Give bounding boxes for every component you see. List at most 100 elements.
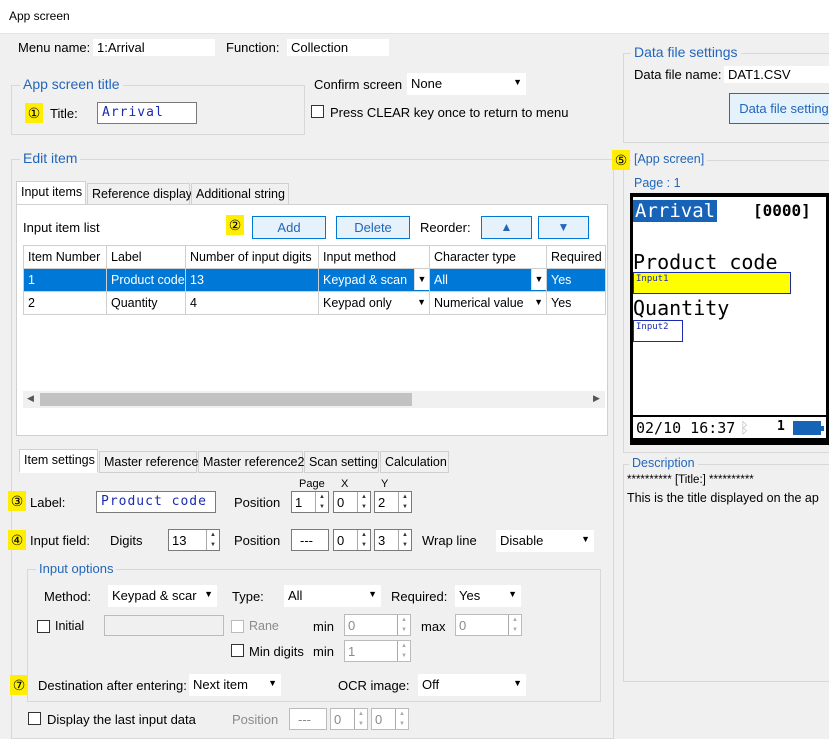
type-label: Type: [232, 589, 264, 604]
confirm-screen-select[interactable]: None ▼ [407, 73, 526, 95]
min-digits-label: Min digits [249, 644, 304, 659]
tab-input-items[interactable]: Input items [16, 181, 86, 205]
required-select[interactable]: Yes ▼ [455, 585, 521, 607]
spinner-arrows-icon[interactable]: ▲ ▼ [357, 492, 370, 512]
column-header[interactable]: Number of input digits [185, 245, 319, 269]
display-last-x-value: 0 [334, 712, 342, 727]
label-y-spinner[interactable]: 2 ▲ ▼ [374, 491, 412, 513]
initial-input[interactable] [104, 615, 224, 636]
marker-5: ⑤ [612, 150, 630, 170]
range-checkbox[interactable] [231, 620, 244, 633]
character-type-cell[interactable]: Numerical value ▼ [429, 291, 547, 315]
spinner-arrows-icon[interactable]: ▲ ▼ [398, 492, 411, 512]
spinner-arrows-icon[interactable]: ▲ ▼ [508, 615, 521, 635]
tab-item-settings[interactable]: Item settings [19, 449, 98, 473]
scrollbar-thumb[interactable] [40, 393, 412, 406]
move-down-button[interactable]: ▼ [538, 216, 589, 239]
digits-spinner[interactable]: 13 ▲ ▼ [168, 529, 220, 551]
table-cell[interactable]: Quantity [106, 291, 186, 315]
display-last-y-spinner[interactable]: 0 ▲ ▼ [371, 708, 409, 730]
initial-checkbox[interactable] [37, 620, 50, 633]
screen-counter: [0000] [753, 201, 811, 220]
spinner-arrows-icon[interactable]: ▲ ▼ [206, 530, 219, 550]
chevron-down-icon[interactable]: ▼ [414, 269, 429, 290]
tab-calculation[interactable]: Calculation [380, 451, 449, 473]
label-page-spinner[interactable]: 1 ▲ ▼ [291, 491, 329, 513]
display-last-page-spinner[interactable]: --- [289, 708, 327, 730]
column-header[interactable]: Label [106, 245, 186, 269]
label-input[interactable]: Product code [96, 491, 216, 513]
method-select[interactable]: Keypad & scar ▼ [108, 585, 217, 607]
add-button[interactable]: Add [252, 216, 326, 239]
spinner-arrows-icon[interactable]: ▲ ▼ [395, 709, 408, 729]
ocr-image-select[interactable]: Off ▼ [418, 674, 526, 696]
spinner-arrows-icon[interactable]: ▲ ▼ [398, 530, 411, 550]
input-method-cell[interactable]: Keypad & scan ▼ [318, 268, 430, 292]
spinner-arrows-icon[interactable]: ▲ ▼ [357, 530, 370, 550]
display-last-position-label: Position [232, 712, 279, 727]
title-input[interactable]: Arrival [97, 102, 197, 124]
input-method-cell[interactable]: Keypad only ▼ [318, 291, 430, 315]
tab-master-reference2[interactable]: Master reference2 [198, 451, 304, 473]
column-header[interactable]: Input method [318, 245, 430, 269]
column-header[interactable]: Character type [429, 245, 547, 269]
display-last-input-checkbox[interactable] [28, 712, 41, 725]
column-header[interactable]: Item Number [23, 245, 107, 269]
range-max-spinner[interactable]: 0 ▲ ▼ [455, 614, 522, 636]
screen-field1-input-label: Input1 [636, 274, 669, 284]
table-cell[interactable]: 1 [23, 268, 107, 292]
press-clear-checkbox[interactable] [311, 105, 324, 118]
tab-additional-string[interactable]: Additional string [191, 183, 289, 205]
tab-scan-setting[interactable]: Scan setting [304, 451, 379, 473]
table-cell[interactable]: 13 [185, 268, 319, 292]
device-preview: Arrival [0000] Product code Input1 Quant… [630, 193, 829, 445]
chevron-down-icon[interactable]: ▼ [531, 269, 546, 290]
table-row[interactable]: 2 Quantity 4 Keypad only ▼ Numerical valu… [23, 291, 606, 315]
tab-master-reference[interactable]: Master reference [99, 451, 198, 473]
table-cell[interactable]: Yes [546, 291, 606, 315]
table-cell[interactable]: 4 [185, 291, 319, 315]
character-type-cell[interactable]: All ▼ [429, 268, 547, 292]
required-label: Required: [391, 589, 448, 604]
table-cell[interactable]: Yes [546, 268, 606, 292]
screen-field2-label: Quantity [633, 296, 730, 320]
spinner-arrows-icon[interactable]: ▲ ▼ [315, 492, 328, 512]
input-page-spinner[interactable]: --- [291, 529, 329, 551]
data-file-setting-button[interactable]: Data file setting [729, 93, 829, 124]
wrap-line-select[interactable]: Disable ▼ [496, 530, 594, 552]
marker-2: ② [226, 215, 244, 235]
input-x-spinner[interactable]: 0 ▲ ▼ [333, 529, 371, 551]
scroll-right-icon[interactable]: ▶ [593, 393, 600, 404]
chevron-down-icon: ▼ [508, 589, 517, 599]
scroll-left-icon[interactable]: ◀ [27, 393, 34, 404]
table-cell[interactable]: Product code [106, 268, 186, 292]
type-select[interactable]: All ▼ [284, 585, 381, 607]
min-digits-spinner[interactable]: 1 ▲ ▼ [344, 640, 411, 662]
move-up-button[interactable]: ▲ [481, 216, 532, 239]
chevron-down-icon[interactable]: ▼ [417, 297, 426, 307]
chevron-down-icon[interactable]: ▼ [534, 297, 543, 307]
range-min-spinner[interactable]: 0 ▲ ▼ [344, 614, 411, 636]
table-cell[interactable]: 2 [23, 291, 107, 315]
min-digits-checkbox[interactable] [231, 644, 244, 657]
horizontal-scrollbar[interactable]: ◀ ▶ [23, 391, 605, 408]
delete-button[interactable]: Delete [336, 216, 410, 239]
input-item-list-label: Input item list [23, 220, 100, 235]
confirm-screen-label: Confirm screen [314, 77, 403, 92]
input-y-spinner[interactable]: 3 ▲ ▼ [374, 529, 412, 551]
chevron-down-icon: ▼ [581, 534, 590, 544]
column-header[interactable]: Required i [546, 245, 606, 269]
min-digits-value: 1 [348, 644, 356, 659]
spinner-arrows-icon[interactable]: ▲ ▼ [397, 641, 410, 661]
spinner-arrows-icon[interactable]: ▲ ▼ [354, 709, 367, 729]
display-last-x-spinner[interactable]: 0 ▲ ▼ [330, 708, 368, 730]
app-title-group-title: App screen title [20, 76, 123, 92]
input-x-value: 0 [337, 533, 345, 548]
spinner-arrows-icon[interactable]: ▲ ▼ [397, 615, 410, 635]
arrow-down-icon: ▼ [557, 220, 570, 234]
table-row[interactable]: 1 Product code 13 Keypad & scan ▼ All ▼ Ye… [23, 268, 606, 292]
label-page-value: 1 [295, 495, 303, 510]
destination-select[interactable]: Next item ▼ [189, 674, 281, 696]
label-x-spinner[interactable]: 0 ▲ ▼ [333, 491, 371, 513]
tab-reference-display[interactable]: Reference display [87, 183, 192, 205]
